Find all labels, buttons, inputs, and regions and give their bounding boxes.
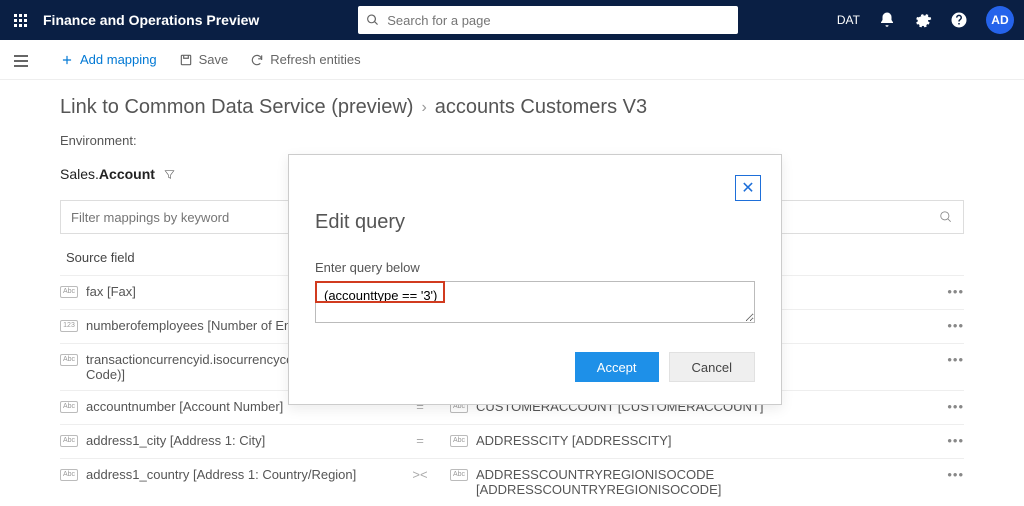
query-label: Enter query below [315,260,755,275]
gear-icon[interactable] [914,11,932,29]
help-icon[interactable] [950,11,968,29]
source-field: address1_city [Address 1: City] [86,433,265,448]
field-type-icon: Abc [450,435,468,447]
global-search[interactable] [358,6,738,34]
row-actions[interactable]: ••• [924,284,964,299]
source-field: address1_country [Address 1: Country/Reg… [86,467,356,482]
field-type-icon: Abc [60,435,78,447]
row-actions[interactable]: ••• [924,318,964,333]
bell-icon[interactable] [878,11,896,29]
save-button[interactable]: Save [179,52,229,67]
accept-button[interactable]: Accept [575,352,659,382]
row-actions[interactable]: ••• [924,399,964,414]
search-icon[interactable] [939,210,953,224]
search-icon [366,13,379,27]
field-type-icon: Abc [60,469,78,481]
top-navbar: Finance and Operations Preview DAT AD [0,0,1024,40]
cancel-button[interactable]: Cancel [669,352,755,382]
mapping-operator[interactable]: >< [390,467,450,482]
row-actions[interactable]: ••• [924,352,964,367]
query-textarea[interactable] [315,281,755,323]
nav-hamburger-icon[interactable] [14,52,28,70]
field-type-icon: 123 [60,320,78,332]
environment-tag: DAT [837,13,860,27]
row-actions[interactable]: ••• [924,433,964,448]
refresh-entities-button[interactable]: Refresh entities [250,52,360,67]
table-row: Abc address1_country [Address 1: Country/… [60,458,964,505]
environment-label: Environment: [60,133,964,148]
row-actions[interactable]: ••• [924,467,964,482]
target-field: ADDRESSCITY [ADDRESSCITY] [476,433,672,448]
breadcrumb-root[interactable]: Link to Common Data Service (preview) [60,96,413,119]
table-row: Abcaddress1_city [Address 1: City]=AbcAD… [60,424,964,458]
mapping-operator[interactable]: = [390,433,450,448]
field-type-icon: Abc [450,469,468,481]
breadcrumb: Link to Common Data Service (preview) › … [60,96,964,119]
field-type-icon: Abc [60,286,78,298]
breadcrumb-current: accounts Customers V3 [435,96,647,119]
dialog-title: Edit query [315,211,755,234]
app-launcher-icon[interactable] [14,14,27,27]
field-type-icon: Abc [60,401,78,413]
add-mapping-button[interactable]: Add mapping [60,52,157,67]
user-avatar[interactable]: AD [986,6,1014,34]
source-field: accountnumber [Account Number] [86,399,283,414]
command-bar: Add mapping Save Refresh entities [0,40,1024,80]
filter-icon[interactable] [163,168,176,181]
edit-query-dialog: ✕ Edit query Enter query below Accept Ca… [288,154,782,405]
field-type-icon: Abc [60,354,78,366]
source-field: fax [Fax] [86,284,136,299]
app-title: Finance and Operations Preview [43,12,259,28]
global-search-input[interactable] [387,13,730,28]
dialog-close-button[interactable]: ✕ [735,175,761,201]
target-field: ADDRESSCOUNTRYREGIONISOCODE [ADDRESSCOUN… [476,467,924,497]
breadcrumb-separator: › [421,99,426,117]
